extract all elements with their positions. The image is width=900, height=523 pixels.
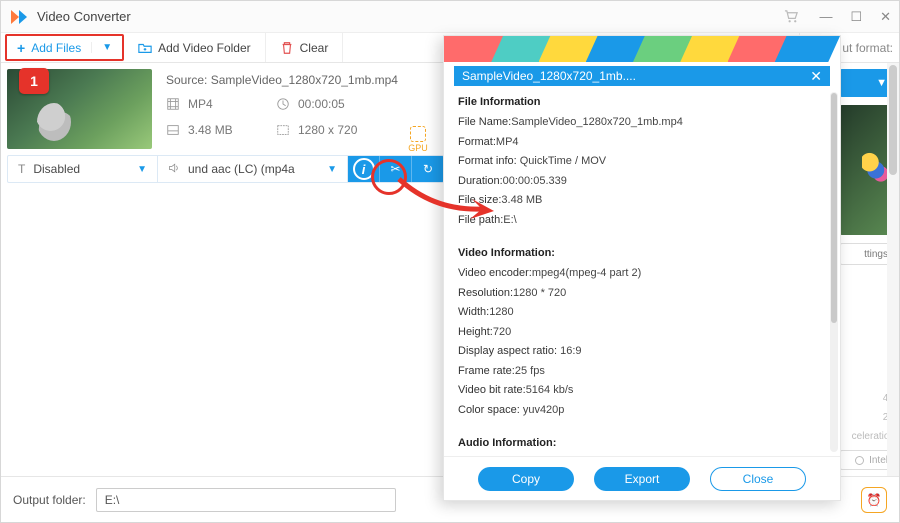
audio-info-heading: Audio Information: (458, 437, 826, 449)
video-info-heading: Video Information: (458, 247, 826, 259)
add-files-label: Add Files (31, 41, 81, 55)
meta-format: MP4 (166, 97, 276, 111)
add-files-button[interactable]: + Add Files (7, 40, 91, 56)
source-name: SampleVideo_1280x720_1mb.mp4 (211, 73, 398, 87)
app-logo (9, 7, 29, 27)
export-button[interactable]: Export (594, 467, 690, 491)
clock-icon (276, 97, 290, 111)
disk-icon (166, 123, 180, 137)
clear-label: Clear (300, 41, 329, 55)
info-row: File path:E:\ (458, 212, 826, 229)
info-row: Display aspect ratio: 16:9 (458, 343, 826, 360)
output-folder-label: Output folder: (13, 493, 86, 507)
alarm-icon: ⏰ (867, 493, 882, 507)
window-controls: — ☐ ✕ (819, 9, 891, 25)
add-folder-button[interactable]: Add Video Folder (124, 33, 266, 62)
popup-footer: Copy Export Close (444, 456, 840, 500)
item-tool-buttons: i ✂ ↻ (348, 156, 444, 182)
info-row: Duration:00:00:05.339 (458, 173, 826, 190)
folder-plus-icon (138, 41, 152, 55)
chevron-down-icon: ▼ (876, 77, 887, 89)
close-popup-button[interactable]: Close (710, 467, 806, 491)
cut-button[interactable]: ✂ (380, 156, 412, 182)
audio-track-label: und aac (LC) (mp4a (188, 162, 295, 176)
clear-button[interactable]: Clear (266, 33, 344, 62)
close-button[interactable]: ✕ (880, 9, 891, 25)
output-folder-input[interactable] (96, 488, 396, 512)
speaker-icon (168, 162, 180, 177)
popup-body: File Information File Name:SampleVideo_1… (444, 62, 840, 456)
chevron-down-icon: ▼ (137, 164, 147, 175)
scissors-icon: ✂ (390, 162, 400, 176)
info-button[interactable]: i (348, 156, 380, 182)
audio-track-select[interactable]: und aac (LC) (mp4a ▼ (158, 156, 348, 182)
add-files-highlight: + Add Files ▼ (5, 34, 124, 61)
info-row: Format info: QuickTime / MOV (458, 153, 826, 170)
maximize-button[interactable]: ☐ (850, 9, 862, 25)
file-info-heading: File Information (458, 96, 826, 108)
popup-scrollbar[interactable] (830, 92, 838, 452)
scrollbar[interactable] (887, 63, 899, 476)
info-row: Resolution:1280 * 720 (458, 285, 826, 302)
output-format-label: ut format: (842, 33, 899, 62)
popup-scrollbar-thumb[interactable] (831, 93, 837, 323)
info-row: File size:3.48 MB (458, 192, 826, 209)
copy-button[interactable]: Copy (478, 467, 574, 491)
info-row: File Name:SampleVideo_1280x720_1mb.mp4 (458, 114, 826, 131)
gpu-badge: GPU (406, 126, 430, 153)
trash-icon (280, 41, 294, 55)
add-folder-label: Add Video Folder (158, 41, 251, 55)
info-popup: SampleVideo_1280x720_1mb.... ✕ File Info… (443, 35, 841, 501)
info-row: Color space: yuv420p (458, 402, 826, 419)
step-badge-1: 1 (19, 68, 49, 94)
scrollbar-thumb[interactable] (889, 65, 897, 175)
schedule-button[interactable]: ⏰ (861, 487, 887, 513)
info-row: Height:720 (458, 324, 826, 341)
meta-size: 3.48 MB (166, 123, 276, 137)
info-row: Video bit rate:5164 kb/s (458, 382, 826, 399)
minimize-button[interactable]: — (819, 9, 832, 25)
chevron-down-icon: ▼ (327, 164, 337, 175)
info-row: Audio Encoder:aac (advanced audio coding… (458, 455, 826, 456)
window-title: Video Converter (37, 9, 784, 24)
chip-icon (410, 126, 426, 142)
rotate-button[interactable]: ↻ (412, 156, 444, 182)
titlebar: Video Converter — ☐ ✕ (1, 1, 899, 33)
info-row: Width:1280 (458, 304, 826, 321)
meta-duration: 00:00:05 (276, 97, 416, 111)
info-row: Frame rate:25 fps (458, 363, 826, 380)
info-row: Format:MP4 (458, 134, 826, 151)
subtitle-select[interactable]: T Disabled ▼ (8, 156, 158, 182)
info-row: Video encoder:mpeg4(mpeg-4 part 2) (458, 265, 826, 282)
cart-icon[interactable] (784, 9, 799, 24)
radio-icon (855, 456, 864, 465)
add-files-dropdown[interactable]: ▼ (91, 42, 122, 53)
plus-icon: + (17, 40, 25, 56)
text-icon: T (18, 162, 25, 176)
resolution-icon (276, 123, 290, 137)
rotate-icon: ↻ (423, 162, 433, 176)
source-label: Source: (166, 73, 211, 87)
film-icon (166, 97, 180, 111)
subtitle-label: Disabled (33, 162, 80, 176)
info-icon: i (353, 158, 375, 180)
meta-resolution: 1280 x 720 (276, 123, 416, 137)
popup-header-stripes (444, 36, 840, 62)
